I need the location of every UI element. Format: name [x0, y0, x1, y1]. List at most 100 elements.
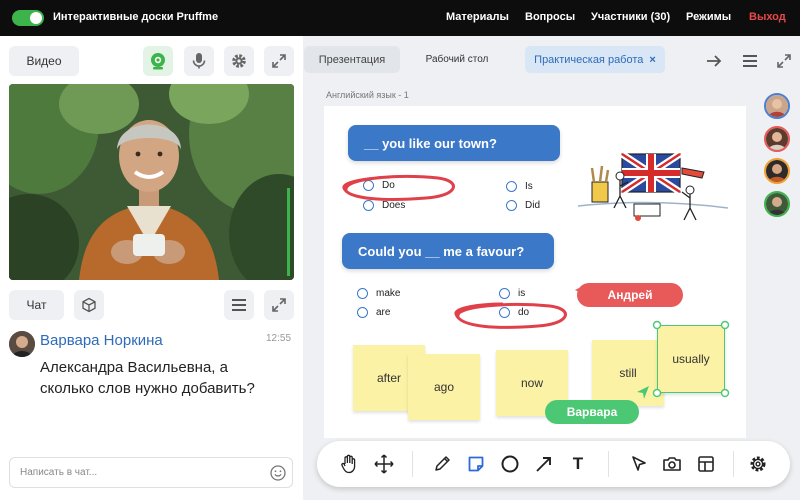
microphone-button[interactable] [184, 46, 214, 76]
participant-avatar[interactable] [764, 126, 790, 152]
pointer-icon [632, 456, 646, 471]
menu-icon [743, 55, 757, 67]
layout-icon [698, 456, 714, 472]
webcam-icon [151, 53, 165, 70]
option-label: make [376, 288, 401, 299]
gear-icon [232, 54, 246, 68]
sticky-note-tool[interactable] [464, 452, 488, 476]
hand-icon [341, 454, 356, 474]
app-window: Интерактивные доски Pruffme Материалы Во… [0, 0, 800, 500]
cube-button[interactable] [74, 290, 104, 320]
video-button[interactable]: Видео [9, 46, 79, 76]
whiteboard[interactable]: __ you like our town? Do Does Is Did Cou… [324, 106, 746, 438]
exit-link[interactable]: Выход [749, 11, 786, 23]
expand-board-button[interactable] [770, 46, 798, 76]
board-tabs-bar: Презентация Рабочий стол Практическая ра… [303, 36, 800, 84]
radio-button[interactable] [357, 288, 368, 299]
arrow-icon [536, 457, 551, 472]
cursor-arrow-icon [637, 386, 649, 399]
chat-input[interactable]: Написать в чат... [9, 457, 293, 488]
nav-modes[interactable]: Режимы [686, 11, 731, 23]
board-menu-button[interactable] [735, 46, 765, 76]
nav-materials[interactable]: Материалы [446, 11, 509, 23]
tab-desktop[interactable]: Рабочий стол [407, 46, 507, 73]
settings-button[interactable] [224, 46, 254, 76]
q2-option-make[interactable]: make [357, 288, 400, 299]
pointer-tool[interactable] [627, 452, 651, 476]
toolbar-divider [412, 451, 413, 477]
expand-icon [777, 54, 791, 68]
toolbar-divider [733, 451, 734, 477]
arrow-tool[interactable] [532, 452, 556, 476]
text-tool[interactable]: T [566, 452, 590, 476]
microphone-icon [192, 53, 206, 69]
q2-option-are[interactable]: are [357, 307, 390, 318]
toolbar-divider [608, 451, 609, 477]
question-1: __ you like our town? [348, 125, 560, 161]
selection-handles [652, 320, 730, 398]
option-label: are [376, 307, 391, 318]
cube-icon [82, 297, 96, 313]
tab-practice-label: Практическая работа [534, 53, 644, 66]
circle-icon [501, 455, 519, 473]
chat-input-placeholder: Написать в чат... [20, 467, 98, 478]
emoji-icon[interactable] [270, 465, 286, 481]
toolbar-settings[interactable] [746, 452, 770, 476]
chat-timestamp: 12:55 [266, 333, 292, 344]
participant-avatar[interactable] [764, 93, 790, 119]
expand-icon [272, 298, 286, 312]
option-label: Did [525, 200, 541, 211]
pencil-tool[interactable] [430, 452, 454, 476]
app-title: Интерактивные доски Pruffme [53, 11, 219, 23]
nav-questions[interactable]: Вопросы [525, 11, 575, 23]
drawing-toolbar: T [317, 441, 790, 487]
annotation-circle-do [342, 175, 455, 201]
screenshot-tool[interactable] [660, 452, 684, 476]
text-icon: T [572, 454, 584, 473]
radio-button[interactable] [506, 200, 517, 211]
radio-button[interactable] [506, 181, 517, 192]
camera-icon [663, 457, 681, 471]
top-bar: Интерактивные доски Pruffme Материалы Во… [0, 0, 800, 36]
next-button[interactable] [699, 46, 729, 76]
board-title: Английский язык - 1 [326, 90, 409, 100]
circle-tool[interactable] [498, 452, 522, 476]
sticky-note-icon [468, 456, 484, 472]
cursor-label-andrey: Андрей [577, 283, 683, 307]
expand-icon [272, 54, 286, 68]
flag-illustration [578, 151, 728, 221]
tab-close-icon[interactable]: × [649, 54, 655, 66]
participant-avatar[interactable] [764, 191, 790, 217]
move-icon [374, 454, 394, 474]
webcam-button[interactable] [143, 46, 173, 76]
layout-tool[interactable] [694, 452, 718, 476]
participant-avatar[interactable] [764, 158, 790, 184]
hand-tool[interactable] [337, 452, 361, 476]
nav-participants[interactable]: Участники (30) [591, 11, 670, 23]
annotation-circle-do-2 [454, 302, 567, 329]
move-tool[interactable] [372, 452, 396, 476]
expand-chat-button[interactable] [264, 290, 294, 320]
left-panel: Видео Чат Варвара Норкина 12:55 Александ… [0, 36, 303, 500]
avatar [9, 331, 35, 357]
chat-author: Варвара Норкина [40, 332, 163, 349]
option-label: is [518, 288, 526, 299]
pencil-icon [435, 456, 450, 471]
expand-video-button[interactable] [264, 46, 294, 76]
option-label: Is [525, 181, 533, 192]
sticky-note-ago[interactable]: ago [408, 354, 480, 420]
chat-menu-button[interactable] [224, 290, 254, 320]
tab-practice-work[interactable]: Практическая работа × [525, 46, 665, 73]
cursor-label-varvara: Варвара [545, 400, 639, 424]
q2-option-is[interactable]: is [499, 288, 525, 299]
live-toggle[interactable] [12, 10, 44, 26]
chat-message-text: Александра Васильевна, а сколько слов ну… [40, 359, 255, 397]
tab-presentation[interactable]: Презентация [304, 46, 400, 73]
radio-button[interactable] [357, 307, 368, 318]
question-2: Could you __ me a favour? [342, 233, 554, 269]
radio-button[interactable] [499, 288, 510, 299]
audio-level-bar [287, 188, 290, 276]
chat-button[interactable]: Чат [9, 290, 64, 320]
q1-option-did[interactable]: Did [506, 200, 540, 211]
q1-option-is[interactable]: Is [506, 181, 533, 192]
